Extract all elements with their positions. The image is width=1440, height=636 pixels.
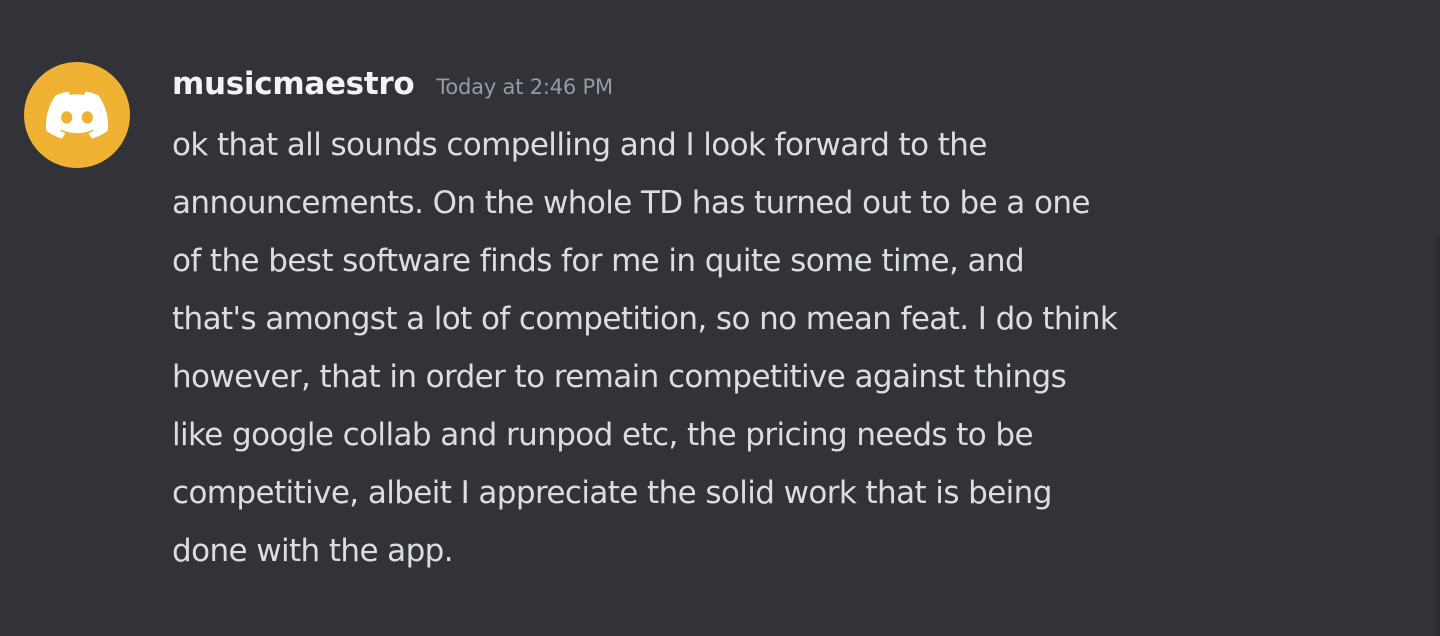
message-content: ok that all sounds compelling and I look… [172, 116, 1352, 580]
user-avatar[interactable] [24, 62, 130, 168]
message-timestamp[interactable]: Today at 2:46 PM [436, 75, 613, 99]
message-header: musicmaestro Today at 2:46 PM [172, 66, 613, 102]
message-text-line: however, that in order to remain competi… [172, 359, 1067, 395]
message-text-line: done with the app. [172, 533, 454, 569]
scrollbar-track[interactable] [1436, 236, 1440, 636]
message-text-line: competitive, albeit I appreciate the sol… [172, 475, 1052, 511]
discord-logo-icon [46, 91, 108, 139]
chat-message: musicmaestro Today at 2:46 PM ok that al… [0, 0, 1440, 636]
username[interactable]: musicmaestro [172, 66, 415, 102]
message-text-line: announcements. On the whole TD has turne… [172, 185, 1090, 221]
message-text-line: of the best software finds for me in qui… [172, 243, 1025, 279]
message-text-line: ok that all sounds compelling and I look… [172, 127, 987, 163]
message-text-line: like google collab and runpod etc, the p… [172, 417, 1034, 453]
message-text-line: that's amongst a lot of competition, so … [172, 301, 1118, 337]
